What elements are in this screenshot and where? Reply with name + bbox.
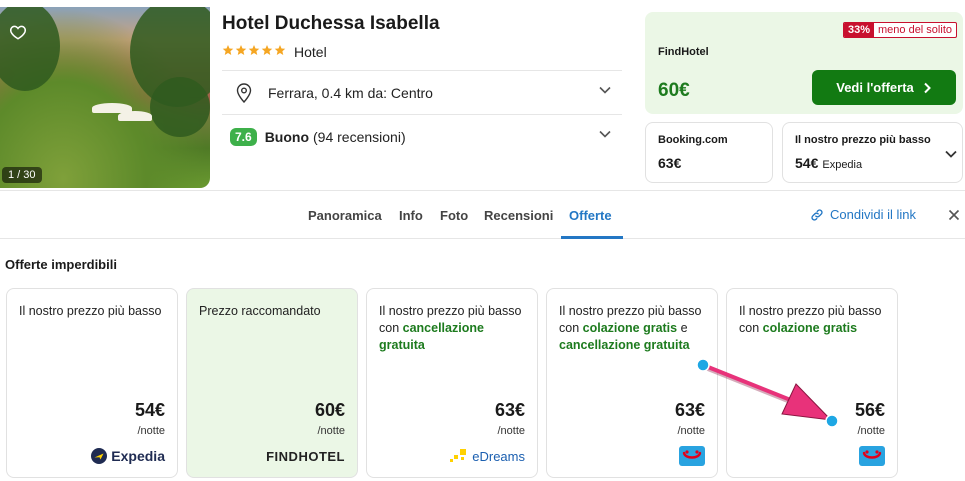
discount-badge: 33% meno del solito xyxy=(842,22,957,38)
tab-foto[interactable]: Foto xyxy=(440,208,468,223)
offer-unit: /notte xyxy=(317,425,345,437)
offer-unit: /notte xyxy=(497,425,525,437)
star-icon xyxy=(235,45,247,55)
star-rating xyxy=(222,44,286,56)
active-tab-indicator xyxy=(561,236,623,239)
favorite-heart-icon[interactable] xyxy=(7,21,29,43)
offer-unit: /notte xyxy=(857,425,885,437)
star-icon xyxy=(248,45,260,55)
rating-score-badge: 7.6 xyxy=(230,127,257,146)
offer-price: 63€ xyxy=(494,400,525,420)
location-row[interactable]: Ferrara, 0.4 km da: Centro xyxy=(222,70,622,114)
provider-sub: Expedia xyxy=(822,159,863,171)
offer-unit: /notte xyxy=(677,425,705,437)
hotel-name[interactable]: Hotel Duchessa Isabella xyxy=(222,13,440,35)
plane-icon xyxy=(91,448,108,464)
review-count: (94 recensioni) xyxy=(313,128,406,145)
provider-name: Il nostro prezzo più basso xyxy=(795,134,931,146)
rating-row[interactable]: 7.6 Buono (94 recensioni) xyxy=(222,114,622,158)
tab-bar: Panoramica Info Foto Recensioni Offerte … xyxy=(0,190,965,239)
view-offer-button[interactable]: Vedi l'offerta xyxy=(812,70,956,105)
map-pin-icon xyxy=(236,82,252,103)
provider-price: 54€ xyxy=(795,155,819,171)
lowest-price-card[interactable]: Il nostro prezzo più basso 54€ Expedia xyxy=(782,122,963,183)
discount-percent: 33% xyxy=(843,23,874,37)
top-deal-card[interactable]: 33% meno del solito FindHotel 60€ Vedi l… xyxy=(645,12,963,114)
tui-logo xyxy=(859,446,885,466)
offer-unit: /notte xyxy=(137,425,165,437)
edreams-dots-icon xyxy=(450,449,467,462)
offer-price: 56€ xyxy=(854,400,885,420)
view-offer-label: Vedi l'offerta xyxy=(836,80,914,95)
expedia-logo: Expedia xyxy=(91,446,165,466)
tab-panoramica[interactable]: Panoramica xyxy=(308,208,382,223)
chevron-down-icon[interactable] xyxy=(598,127,612,141)
close-icon[interactable] xyxy=(948,209,960,221)
section-title: Offerte imperdibili xyxy=(5,257,117,272)
hotel-photo[interactable]: 1 / 30 xyxy=(0,7,210,188)
provider-price: 63€ xyxy=(658,155,682,171)
provider-name: Booking.com xyxy=(658,134,728,146)
location-text: Ferrara, 0.4 km da: Centro xyxy=(268,84,433,101)
chevron-right-icon xyxy=(924,82,931,93)
offer-card-recommended[interactable]: Prezzo raccomandato 60€ /notte FINDHOTEL xyxy=(186,288,358,478)
deal-price: 60€ xyxy=(658,80,690,101)
star-icon xyxy=(261,45,273,55)
offer-card[interactable]: Il nostro prezzo più basso 54€ /notte Ex… xyxy=(6,288,178,478)
star-icon xyxy=(222,45,234,55)
offer-description: Prezzo raccomandato xyxy=(199,304,321,318)
offer-description: Il nostro prezzo più basso con cancellaz… xyxy=(379,304,522,352)
share-link-label: Condividi il link xyxy=(830,207,916,222)
offer-card[interactable]: Il nostro prezzo più basso con cancellaz… xyxy=(366,288,538,478)
chevron-down-icon[interactable] xyxy=(944,147,958,161)
offer-description: Il nostro prezzo più basso con colazione… xyxy=(559,304,702,352)
photo-counter: 1 / 30 xyxy=(2,167,42,183)
tab-offerte[interactable]: Offerte xyxy=(569,208,612,223)
offer-card[interactable]: Il nostro prezzo più basso con colazione… xyxy=(726,288,898,478)
offer-price: 63€ xyxy=(674,400,705,420)
findhotel-logo: FINDHOTEL xyxy=(266,448,345,464)
tab-recensioni[interactable]: Recensioni xyxy=(484,208,553,223)
tui-logo xyxy=(679,446,705,466)
offer-price: 60€ xyxy=(314,400,345,420)
share-link-button[interactable]: Condividi il link xyxy=(810,207,916,222)
provider-price-card[interactable]: Booking.com 63€ xyxy=(645,122,773,183)
edreams-logo: eDreams xyxy=(450,446,525,466)
offer-card[interactable]: Il nostro prezzo più basso con colazione… xyxy=(546,288,718,478)
discount-label: meno del solito xyxy=(878,24,952,36)
offer-description: Il nostro prezzo più basso con colazione… xyxy=(739,304,882,335)
tab-info[interactable]: Info xyxy=(399,208,423,223)
offer-price: 54€ xyxy=(134,400,165,420)
offer-description: Il nostro prezzo più basso xyxy=(19,304,162,318)
link-icon xyxy=(811,208,823,221)
hotel-type: Hotel xyxy=(294,44,327,60)
star-icon xyxy=(274,45,286,55)
rating-word: Buono xyxy=(264,128,310,145)
chevron-down-icon[interactable] xyxy=(598,83,612,97)
deal-provider: FindHotel xyxy=(658,46,709,58)
